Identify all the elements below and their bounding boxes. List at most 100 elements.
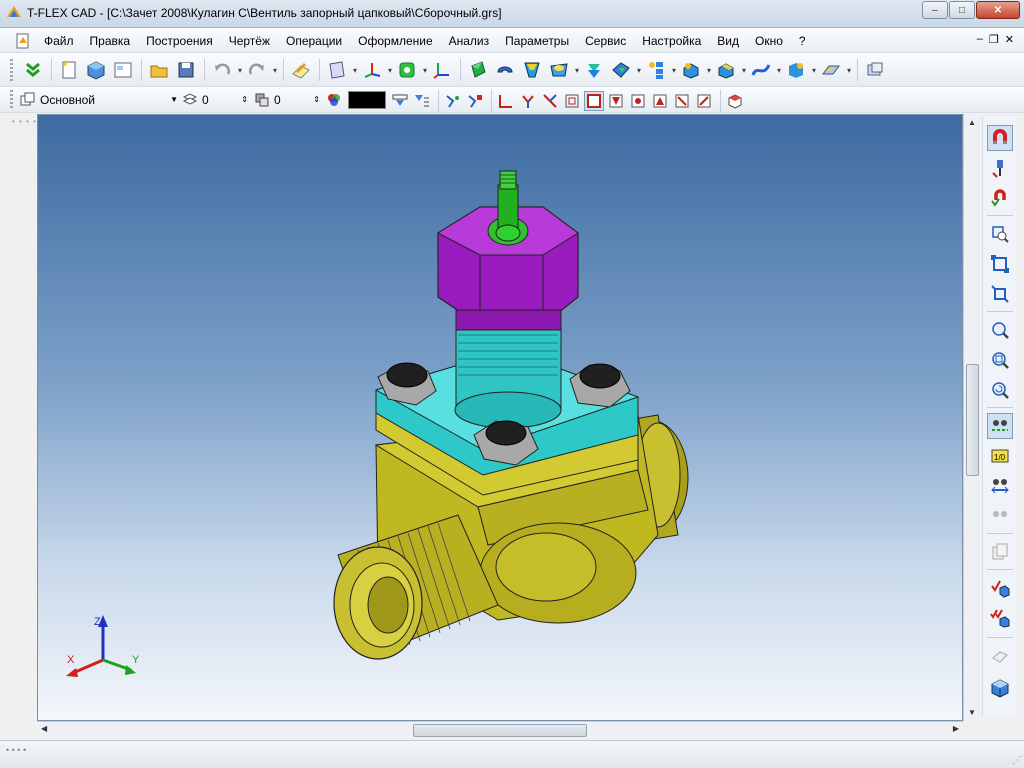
menu-help[interactable]: ? bbox=[791, 33, 814, 49]
color-swatch[interactable] bbox=[348, 91, 386, 109]
magnet-snap-icon[interactable] bbox=[987, 125, 1013, 151]
scroll-left-icon[interactable]: ◀ bbox=[41, 724, 47, 733]
document-icon[interactable] bbox=[14, 32, 32, 50]
magnet-check-icon[interactable] bbox=[987, 185, 1013, 211]
shell-icon[interactable] bbox=[608, 57, 634, 83]
close-button[interactable]: ✕ bbox=[976, 1, 1020, 19]
new-3d-model-icon[interactable] bbox=[83, 57, 109, 83]
solid-ops-dropdown-icon[interactable]: ▾ bbox=[810, 66, 818, 75]
check-bodies-icon[interactable] bbox=[987, 605, 1013, 631]
menu-construct[interactable]: Построения bbox=[138, 33, 221, 49]
select-elements-icon[interactable] bbox=[443, 91, 463, 111]
array-icon[interactable] bbox=[643, 57, 669, 83]
horizontal-scrollbar[interactable]: ◀ ▶ bbox=[37, 721, 963, 738]
scroll-up-icon[interactable]: ▲ bbox=[968, 118, 976, 127]
open-file-icon[interactable] bbox=[146, 57, 172, 83]
mdi-restore-button[interactable]: ❐ bbox=[989, 33, 999, 46]
sheet-metal-icon[interactable] bbox=[818, 57, 844, 83]
extrude-icon[interactable] bbox=[465, 57, 491, 83]
check-body-icon[interactable] bbox=[987, 575, 1013, 601]
snap-3d-icon[interactable] bbox=[694, 91, 714, 111]
body-selection-icon[interactable] bbox=[725, 91, 745, 111]
minimize-button[interactable]: – bbox=[922, 1, 948, 19]
new-drawing-icon[interactable] bbox=[110, 57, 136, 83]
3d-viewport[interactable]: Z X Y bbox=[37, 114, 963, 721]
color-palette-icon[interactable] bbox=[326, 92, 342, 111]
valve-stem[interactable] bbox=[495, 170, 521, 242]
valve-assembly-model[interactable]: Z X Y bbox=[38, 115, 963, 721]
mdi-close-button[interactable]: ✕ bbox=[1005, 33, 1014, 46]
shell-dropdown-icon[interactable]: ▾ bbox=[635, 66, 643, 75]
menu-settings[interactable]: Настройка bbox=[634, 33, 709, 49]
axis-point-icon[interactable] bbox=[359, 57, 385, 83]
horizontal-scroll-thumb[interactable] bbox=[413, 724, 587, 737]
copy-pages-icon[interactable] bbox=[987, 539, 1013, 565]
menu-operations[interactable]: Операции bbox=[278, 33, 350, 49]
maximize-button[interactable]: □ bbox=[949, 1, 975, 19]
snap-face-icon[interactable] bbox=[540, 91, 560, 111]
vertical-scrollbar[interactable]: ▲ ▼ bbox=[963, 114, 980, 721]
fillet-dropdown-icon[interactable]: ▾ bbox=[705, 66, 713, 75]
pin-icon[interactable] bbox=[987, 155, 1013, 181]
mdi-minimize-button[interactable]: – bbox=[977, 33, 983, 46]
zoom-out-icon[interactable] bbox=[987, 347, 1013, 373]
vertical-scroll-thumb[interactable] bbox=[966, 364, 979, 476]
undo-icon[interactable] bbox=[209, 57, 235, 83]
show-dimensions-icon[interactable] bbox=[987, 473, 1013, 499]
zoom-in-icon[interactable] bbox=[987, 317, 1013, 343]
profile-icon[interactable] bbox=[394, 57, 420, 83]
menu-design[interactable]: Оформление bbox=[350, 33, 440, 49]
solid-ops-icon[interactable] bbox=[783, 57, 809, 83]
rotate-icon[interactable] bbox=[492, 57, 518, 83]
snap-body-icon[interactable] bbox=[584, 91, 604, 111]
axis-point-dropdown-icon[interactable]: ▾ bbox=[386, 66, 394, 75]
snap-edge-icon[interactable] bbox=[518, 91, 538, 111]
toolbar-grip[interactable] bbox=[10, 59, 13, 81]
zoom-extents-icon[interactable] bbox=[987, 281, 1013, 307]
snap-fragment-icon[interactable] bbox=[628, 91, 648, 111]
select-filter-icon[interactable] bbox=[465, 91, 485, 111]
snap-point-icon[interactable] bbox=[672, 91, 692, 111]
new-file-icon[interactable] bbox=[56, 57, 82, 83]
level-spinner[interactable]: 0 ⇕ bbox=[182, 91, 248, 109]
redo-icon[interactable] bbox=[244, 57, 270, 83]
view-params-icon[interactable] bbox=[862, 57, 888, 83]
menu-service[interactable]: Сервис bbox=[577, 33, 634, 49]
lcs-icon[interactable] bbox=[429, 57, 455, 83]
boolean-icon[interactable] bbox=[581, 57, 607, 83]
menu-window[interactable]: Окно bbox=[747, 33, 791, 49]
view-cube-icon[interactable] bbox=[987, 675, 1013, 701]
section-icon[interactable] bbox=[987, 643, 1013, 669]
resize-grip-icon[interactable]: ⋰ bbox=[1012, 755, 1022, 766]
snap-vertex-icon[interactable] bbox=[496, 91, 516, 111]
dimensions-icon[interactable]: 1/0 bbox=[987, 443, 1013, 469]
zoom-window-icon[interactable] bbox=[987, 221, 1013, 247]
chamfer-icon[interactable] bbox=[713, 57, 739, 83]
scroll-right-icon[interactable]: ▶ bbox=[953, 724, 959, 733]
zoom-previous-icon[interactable] bbox=[987, 377, 1013, 403]
profile-dropdown-icon[interactable]: ▾ bbox=[421, 66, 429, 75]
priority-spinner[interactable]: 0 ⇕ bbox=[254, 91, 320, 109]
fit-all-icon[interactable] bbox=[987, 251, 1013, 277]
menu-file[interactable]: Файл bbox=[36, 33, 82, 49]
layer-combo[interactable]: Основной ▼ bbox=[20, 91, 178, 109]
sheet-metal-dropdown-icon[interactable]: ▾ bbox=[845, 66, 853, 75]
snap-loop-icon[interactable] bbox=[562, 91, 582, 111]
pipe-dropdown-icon[interactable]: ▾ bbox=[573, 66, 581, 75]
menu-drawing[interactable]: Чертёж bbox=[221, 33, 278, 49]
menu-edit[interactable]: Правка bbox=[82, 33, 139, 49]
sketch-icon[interactable] bbox=[288, 57, 314, 83]
scroll-down-icon[interactable]: ▼ bbox=[968, 708, 976, 717]
show-elements-icon[interactable] bbox=[987, 413, 1013, 439]
filter-icon[interactable] bbox=[390, 91, 410, 111]
array-dropdown-icon[interactable]: ▾ bbox=[670, 66, 678, 75]
surface-dropdown-icon[interactable]: ▾ bbox=[775, 66, 783, 75]
toolbar-grip[interactable] bbox=[10, 90, 13, 108]
filter-list-icon[interactable] bbox=[412, 91, 432, 111]
loft-icon[interactable] bbox=[519, 57, 545, 83]
snap-lcs-icon[interactable] bbox=[650, 91, 670, 111]
snap-operation-icon[interactable] bbox=[606, 91, 626, 111]
double-chevron-icon[interactable] bbox=[20, 57, 46, 83]
undo-dropdown-icon[interactable]: ▾ bbox=[236, 66, 244, 75]
menu-parameters[interactable]: Параметры bbox=[497, 33, 577, 49]
